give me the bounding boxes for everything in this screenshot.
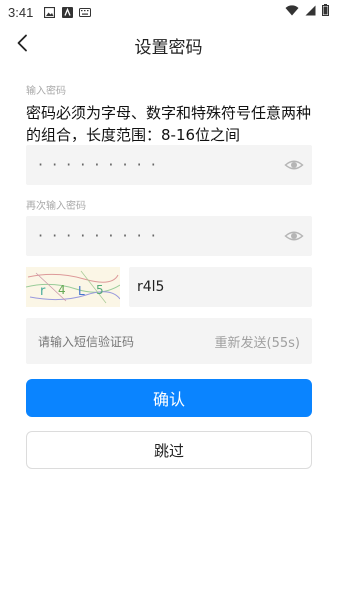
wifi-icon	[285, 4, 299, 20]
captcha-char: r	[40, 284, 46, 299]
sms-code-placeholder: 请输入短信验证码	[38, 334, 135, 349]
captcha-image[interactable]: r 4 L 5	[26, 267, 120, 307]
status-time: 3:41	[8, 4, 34, 20]
eye-icon[interactable]	[284, 226, 304, 246]
notification-image-icon	[43, 6, 55, 18]
confirm-password-masked-value: ·········	[38, 226, 165, 245]
sms-code-field[interactable]: 请输入短信验证码 重新发送(55s)	[26, 318, 312, 364]
set-password-screen: 3:41 设置密码 输入密码 密码必须为字母、数字和特殊符号任意两种的组合，长度…	[0, 0, 337, 600]
password-masked-value: ·········	[38, 155, 165, 174]
password-field[interactable]: ·········	[26, 145, 312, 185]
captcha-char: 5	[96, 283, 104, 297]
captcha-char: 4	[58, 283, 66, 297]
signal-icon	[305, 5, 316, 20]
captcha-input[interactable]: r4l5	[129, 267, 312, 307]
keyboard-icon	[79, 6, 92, 18]
app-header: 设置密码	[0, 28, 337, 62]
captcha-char: L	[78, 284, 85, 298]
status-bar: 3:41	[0, 0, 337, 24]
resend-button[interactable]: 重新发送(55s)	[215, 332, 300, 351]
password-hint: 密码必须为字母、数字和特殊符号任意两种的组合，长度范围：8-16位之间	[26, 104, 312, 144]
confirm-password-label: 再次输入密码	[26, 201, 86, 212]
notification-app-icon	[61, 6, 73, 18]
back-arrow-icon	[16, 34, 28, 56]
confirm-button[interactable]: 确认	[26, 379, 312, 417]
battery-icon	[322, 4, 329, 20]
status-icons	[285, 4, 329, 20]
confirm-password-field[interactable]: ·········	[26, 216, 312, 256]
back-button[interactable]	[8, 30, 36, 60]
password-label: 输入密码	[26, 86, 66, 97]
page-title: 设置密码	[134, 37, 203, 58]
eye-icon[interactable]	[284, 155, 304, 175]
skip-button[interactable]: 跳过	[26, 431, 312, 469]
